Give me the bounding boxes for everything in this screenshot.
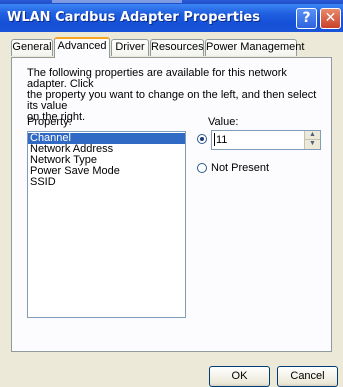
property-item-ssid[interactable]: SSID xyxy=(28,177,185,188)
description-line: The following properties are available f… xyxy=(27,67,287,90)
help-button[interactable]: ? xyxy=(296,8,317,29)
ok-button[interactable]: OK xyxy=(209,366,270,387)
tab-general[interactable]: General xyxy=(11,39,53,56)
value-label: Value: xyxy=(208,116,239,128)
spin-up-arrow-icon[interactable]: ▲ xyxy=(304,131,320,140)
radio-selected-dot xyxy=(200,137,204,141)
value-radio[interactable] xyxy=(197,134,207,144)
property-label: Property: xyxy=(27,116,72,128)
tab-power-management[interactable]: Power Management xyxy=(205,39,304,56)
not-present-label[interactable]: Not Present xyxy=(211,162,269,174)
spin-down-arrow-icon[interactable]: ▼ xyxy=(304,140,320,149)
window-title: WLAN Cardbus Adapter Properties xyxy=(7,10,260,25)
value-spinner: ▲ ▼ xyxy=(304,131,320,149)
top-strip-hint xyxy=(52,0,182,3)
advanced-panel: The following properties are available f… xyxy=(11,57,332,352)
description-line: the property you want to change on the l… xyxy=(27,89,317,112)
not-present-radio[interactable] xyxy=(197,163,207,173)
tab-resources[interactable]: Resources xyxy=(150,39,204,56)
description-text: The following properties are available f… xyxy=(27,68,322,123)
tab-advanced[interactable]: Advanced xyxy=(54,37,110,58)
value-text: 11 xyxy=(213,133,228,146)
tab-driver[interactable]: Driver xyxy=(111,39,149,56)
dialog-body: General Advanced Driver Resources Power … xyxy=(0,32,343,387)
close-button[interactable]: ✕ xyxy=(320,8,341,29)
title-bar: WLAN Cardbus Adapter Properties ? ✕ xyxy=(0,4,343,32)
cancel-button[interactable]: Cancel xyxy=(277,366,338,387)
value-spin-input[interactable]: 11 ▲ ▼ xyxy=(211,130,321,150)
property-listbox[interactable]: Channel Network Address Network Type Pow… xyxy=(27,131,186,318)
